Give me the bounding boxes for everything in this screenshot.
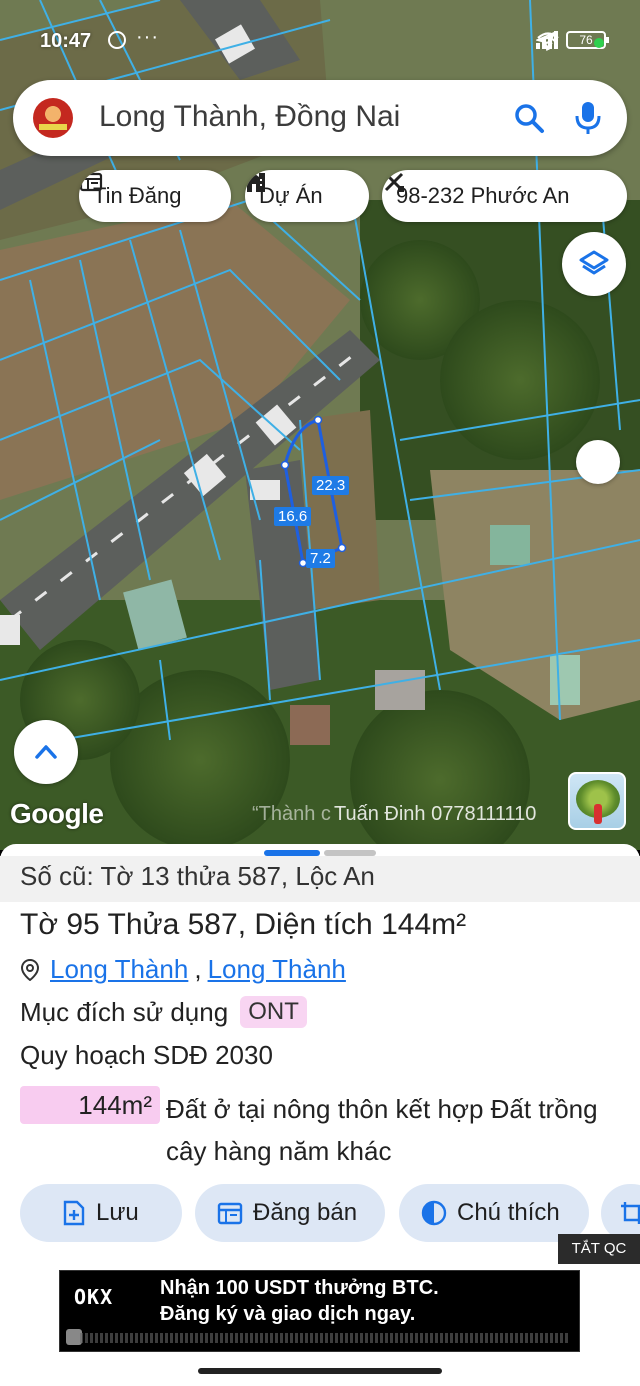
post-for-sale-label: Đăng bán [253, 1199, 358, 1226]
chip-project[interactable]: Dự Án [245, 170, 369, 222]
ad-fine-print [80, 1333, 570, 1343]
chip-news-label: Tin Đăng [93, 183, 182, 208]
layers-button[interactable] [562, 232, 626, 296]
planning-area-badge: 144m² [20, 1086, 160, 1124]
building-icon [247, 173, 265, 192]
privacy-indicator-icon [594, 38, 604, 48]
commune-link[interactable]: Long Thành [208, 954, 346, 985]
street-view-thumbnail[interactable] [568, 772, 626, 830]
chip-parcel-label: 98-232 Phước An [396, 183, 570, 208]
sheet-number: 95 [66, 908, 100, 941]
dimension-label-side-b: 16.6 [274, 507, 312, 526]
title-suffix: , Diện tích [237, 908, 382, 941]
district-link[interactable]: Long Thành [50, 954, 188, 985]
parcel-title: Tờ 95 Thửa 587, Diện tích 144m² [20, 908, 466, 942]
satellite-map[interactable]: 22.3 16.6 7.2 10:47 ··· 76 Long Thành, Đ… [0, 0, 640, 850]
map-watermark-a: “Thành c [252, 803, 331, 825]
ad-line-2: Đăng ký và giao dịch ngay. [160, 1303, 416, 1325]
dimension-label-side-c: 7.2 [306, 549, 335, 568]
avatar[interactable] [33, 98, 73, 138]
land-use-row: Mục đích sử dụng ONT [20, 996, 307, 1028]
parcel-number: 587 [187, 908, 238, 941]
old-reference-text: Số cũ: Tờ 13 thửa 587, Lộc An [20, 861, 375, 891]
search-bar[interactable]: Long Thành, Đồng Nai [13, 80, 627, 156]
chip-parcel[interactable]: 98-232 Phước An [382, 170, 627, 222]
close-ad-button[interactable]: TẮT QC [558, 1234, 640, 1264]
more-notifications-icon: ··· [136, 26, 159, 48]
status-bar: 10:47 ··· 76 [0, 26, 640, 56]
messenger-icon [108, 31, 126, 49]
location-pin-icon [20, 958, 40, 981]
status-time: 10:47 [40, 30, 92, 52]
parcel-area: 144m² [381, 908, 467, 941]
planning-description: Đất ở tại nông thôn kết hợp Đất trồng câ… [166, 1094, 598, 1166]
wifi-icon [537, 32, 559, 50]
location-row: Long Thành, Long Thành [20, 954, 346, 985]
layers-icon [579, 250, 609, 275]
search-icon[interactable] [513, 102, 545, 134]
chip-news[interactable]: Tin Đăng [79, 170, 231, 222]
expand-up-button[interactable] [14, 720, 78, 784]
planning-label: Quy hoạch SDĐ 2030 [20, 1040, 273, 1070]
legend-button-label: Chú thích [457, 1199, 560, 1226]
newspaper-icon [79, 172, 103, 192]
dimension-label-side-a: 22.3 [312, 476, 350, 495]
thumbnail-person [594, 804, 602, 824]
home-gesture-bar[interactable] [198, 1368, 442, 1374]
add-crop-icon [621, 1202, 640, 1224]
contrast-icon [421, 1200, 447, 1226]
microphone-icon[interactable] [573, 100, 603, 136]
ad-banner[interactable]: OKX Nhận 100 USDT thưởng BTC. Đăng ký và… [59, 1270, 580, 1352]
save-button[interactable]: Lưu [20, 1184, 182, 1242]
land-use-label: Mục đích sử dụng [20, 996, 229, 1027]
system-nav-bar [0, 1360, 640, 1386]
search-input[interactable]: Long Thành, Đồng Nai [99, 100, 400, 134]
save-button-label: Lưu [96, 1199, 139, 1226]
chevron-up-icon [35, 745, 57, 759]
calendar-icon [217, 1202, 243, 1225]
title-prefix: Tờ [20, 908, 67, 941]
ad-line-1: Nhận 100 USDT thưởng BTC. [160, 1277, 439, 1299]
location-separator: , [194, 954, 202, 984]
add-document-icon [63, 1200, 85, 1226]
title-mid: Thửa [99, 908, 188, 941]
tools-icon [384, 172, 404, 192]
post-for-sale-button[interactable]: Đăng bán [195, 1184, 385, 1242]
land-use-badge: ONT [240, 996, 307, 1028]
opacity-slider-handle[interactable] [576, 440, 620, 484]
map-watermark-b: Tuấn Đinh 0778111110 [334, 803, 537, 825]
ad-brand-logo: OKX [74, 1285, 114, 1309]
google-logo: Google [10, 798, 104, 829]
